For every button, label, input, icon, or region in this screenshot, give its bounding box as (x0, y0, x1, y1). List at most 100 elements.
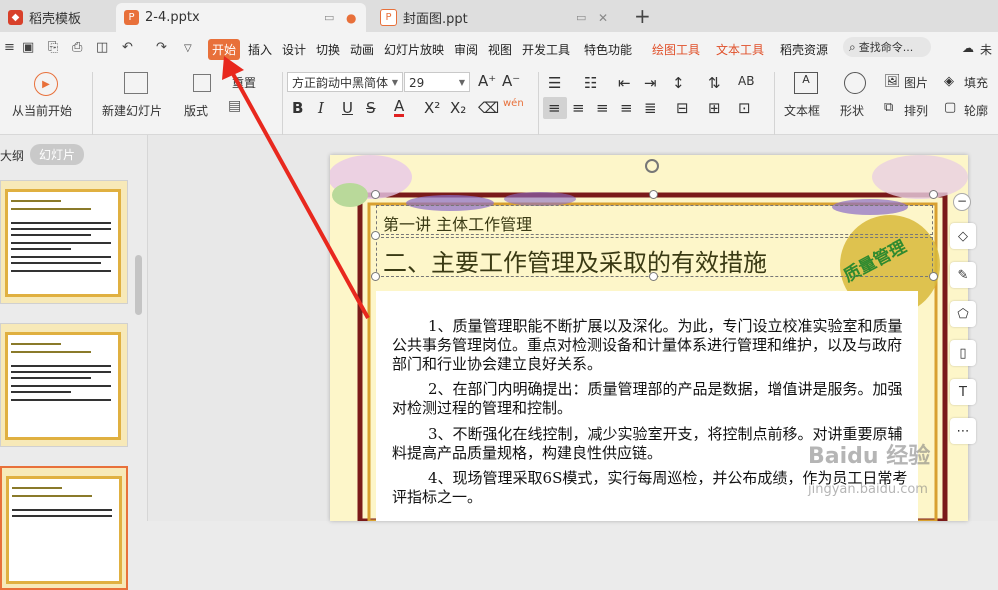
monitor-icon[interactable]: ▭ (576, 11, 586, 24)
convert-icon[interactable]: ⊡ (738, 99, 751, 117)
italic-icon[interactable]: I (318, 99, 324, 117)
layers-icon[interactable]: ◇ (950, 223, 976, 249)
menu-animation[interactable]: 动画 (350, 41, 374, 58)
menu-review[interactable]: 审阅 (454, 41, 478, 58)
new-slide-button[interactable]: 新建幻灯片 (102, 102, 162, 119)
textbox-button[interactable]: 文本框 (784, 102, 820, 119)
arrange-button[interactable]: 排列 (904, 102, 928, 119)
underline-icon[interactable]: U (342, 99, 353, 117)
slide-thumbnail[interactable] (0, 180, 128, 304)
shrink-font-icon[interactable]: A⁻ (502, 72, 520, 90)
section-icon[interactable]: ▤ (228, 98, 241, 114)
play-from-current-button[interactable]: 从当前开始 (12, 102, 72, 119)
columns-icon[interactable]: AB (738, 74, 754, 88)
panel-scrollbar[interactable] (135, 255, 142, 315)
command-search[interactable]: ⌕ 查找命令... (843, 37, 931, 57)
text-style-icon[interactable]: T (950, 379, 976, 405)
menu-text-tools[interactable]: 文本工具 (716, 41, 764, 58)
new-slide-icon[interactable] (124, 72, 148, 94)
subscript-icon[interactable]: X₂ (450, 99, 466, 117)
new-tab-button[interactable]: + (634, 4, 651, 28)
shapes-icon[interactable] (844, 72, 866, 94)
eraser-icon[interactable]: ⌫ (478, 99, 499, 117)
font-family-select[interactable]: 方正韵动中黑简体 ▼ (287, 72, 403, 92)
menu-insert[interactable]: 插入 (248, 41, 272, 58)
decrease-indent-icon[interactable]: ⇤ (618, 74, 631, 92)
rotate-handle-icon[interactable] (645, 159, 659, 173)
resize-handle[interactable] (929, 272, 938, 281)
menu-slideshow[interactable]: 幻灯片放映 (384, 41, 444, 58)
tab-pptx-active[interactable]: P 2-4.pptx ▭ ● (116, 3, 366, 32)
close-icon[interactable]: ✕ (598, 11, 608, 25)
shapes-button[interactable]: 形状 (840, 102, 864, 119)
bold-icon[interactable]: B (292, 99, 303, 117)
menu-design[interactable]: 设计 (282, 41, 306, 58)
tab-ppt[interactable]: P 封面图.ppt ▭ ✕ (372, 3, 622, 32)
menu-transition[interactable]: 切换 (316, 41, 340, 58)
numbering-icon[interactable]: ☷ (584, 74, 597, 92)
grow-font-icon[interactable]: A⁺ (478, 72, 496, 90)
subtitle-textbox[interactable]: 第一讲 主体工作管理 (376, 205, 933, 235)
save-icon[interactable]: ▣ (22, 40, 34, 55)
unsaved-dot-icon[interactable]: ● (346, 11, 356, 25)
reset-button[interactable]: 重置 (232, 74, 256, 91)
redo-icon[interactable]: ↷ (156, 40, 167, 55)
align-center-icon[interactable]: ≡ (572, 99, 585, 117)
search-placeholder: 查找命令... (858, 41, 914, 54)
paragraph-1[interactable]: 1、质量管理职能不断扩展以及深化。为此，专门设立校准实验室和质量公共事务管理岗位… (392, 317, 912, 374)
justify-icon[interactable]: ≡ (620, 99, 633, 117)
zoom-out-icon[interactable]: − (953, 193, 971, 211)
resize-handle[interactable] (929, 190, 938, 199)
cloud-icon[interactable]: ☁ (962, 41, 974, 55)
outline-tab[interactable]: 大纲 (0, 147, 24, 164)
text-align-icon[interactable]: ⊟ (676, 99, 689, 117)
brush-icon[interactable]: ✎ (950, 262, 976, 288)
textbox-icon[interactable]: A (794, 72, 818, 94)
outline-button[interactable]: 轮廓 (964, 102, 988, 119)
layout-button[interactable]: 版式 (184, 102, 208, 119)
menu-view[interactable]: 视图 (488, 41, 512, 58)
shape-fill-icon[interactable]: ⬠ (950, 301, 976, 327)
more-chevron-icon[interactable]: ▽ (184, 43, 192, 54)
superscript-icon[interactable]: X² (424, 99, 440, 117)
preview-icon[interactable]: ◫ (96, 40, 108, 55)
fill-button[interactable]: 填充 (964, 74, 988, 91)
resize-handle[interactable] (371, 231, 380, 240)
text-direction-icon[interactable]: ⇅ (708, 74, 721, 92)
align-right-icon[interactable]: ≡ (596, 99, 609, 117)
monitor-icon[interactable]: ▭ (324, 11, 334, 24)
resize-handle[interactable] (371, 272, 380, 281)
smart-art-icon[interactable]: ⊞ (708, 99, 721, 117)
print-icon[interactable]: ⎙ (72, 40, 82, 55)
slide-thumbnail-selected[interactable] (0, 466, 128, 590)
pinyin-label[interactable]: wén (503, 98, 524, 109)
slides-tab[interactable]: 幻灯片 (30, 144, 85, 165)
play-icon[interactable]: ▶ (34, 72, 58, 96)
increase-indent-icon[interactable]: ⇥ (644, 74, 657, 92)
resize-handle[interactable] (649, 272, 658, 281)
menu-home[interactable]: 开始 (208, 39, 241, 60)
slide-thumbnail[interactable] (0, 323, 128, 447)
undo-icon[interactable]: ↶ (122, 40, 133, 55)
tab-docer[interactable]: ◆ 稻壳模板 (0, 3, 112, 32)
bullets-icon[interactable]: ☰ (548, 74, 561, 92)
picture-button[interactable]: 图片 (904, 74, 928, 91)
export-icon[interactable]: ⎘ (48, 40, 58, 55)
menu-features[interactable]: 特色功能 (584, 41, 632, 58)
font-size-select[interactable]: 29 ▼ (404, 72, 470, 92)
line-spacing-icon[interactable]: ↕ (672, 74, 685, 92)
menu-drawing-tools[interactable]: 绘图工具 (652, 41, 700, 58)
resize-handle[interactable] (371, 190, 380, 199)
paragraph-2[interactable]: 2、在部门内明确提出：质量管理部的产品是数据，增值讲是服务。加强对检测过程的管理… (392, 380, 912, 418)
menu-developer[interactable]: 开发工具 (522, 41, 570, 58)
resize-handle[interactable] (649, 190, 658, 199)
tab-bar: ◆ 稻壳模板 P 2-4.pptx ▭ ● P 封面图.ppt ▭ ✕ + (0, 0, 998, 32)
strikethrough-icon[interactable]: S (366, 99, 376, 117)
distribute-icon[interactable]: ≣ (644, 99, 657, 117)
frame-icon[interactable]: ▯ (950, 340, 976, 366)
cloud-label[interactable]: 未 (980, 41, 992, 58)
menu-icon[interactable]: ≡ (4, 40, 15, 55)
more-icon[interactable]: ⋯ (950, 418, 976, 444)
menu-docer-resources[interactable]: 稻壳资源 (780, 41, 828, 58)
font-color-icon[interactable]: A (394, 99, 405, 117)
